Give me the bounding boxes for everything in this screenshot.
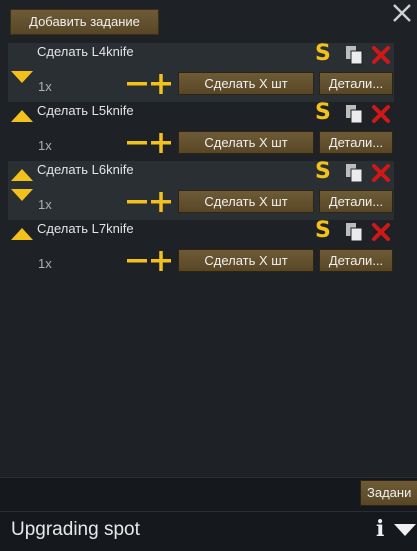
- store-icon[interactable]: S: [315, 100, 331, 125]
- copy-icon[interactable]: [345, 104, 363, 124]
- store-icon[interactable]: S: [315, 218, 331, 243]
- repeat-count: 1x: [38, 138, 52, 153]
- move-up-icon[interactable]: [11, 169, 33, 181]
- details-button[interactable]: Детали...: [319, 249, 393, 272]
- move-up-icon[interactable]: [11, 110, 33, 122]
- bills-panel: Добавить задание Сделать L4knife S 1x Сд…: [0, 0, 417, 477]
- move-down-icon[interactable]: [11, 189, 33, 201]
- move-up-icon[interactable]: [11, 228, 33, 240]
- store-icon[interactable]: S: [315, 159, 331, 184]
- bill-row: Сделать L5knife S 1x Сделать X шт Детали…: [8, 100, 394, 161]
- decrease-icon[interactable]: [126, 191, 148, 213]
- bill-row: Сделать L4knife S 1x Сделать X шт Детали…: [8, 41, 394, 102]
- info-icon[interactable]: i: [376, 516, 384, 542]
- delete-icon[interactable]: [371, 163, 391, 183]
- repeat-mode-button[interactable]: Сделать X шт: [178, 72, 314, 95]
- delete-icon[interactable]: [371, 104, 391, 124]
- delete-icon[interactable]: [371, 222, 391, 242]
- decrease-icon[interactable]: [126, 73, 148, 95]
- repeat-count: 1x: [38, 79, 52, 94]
- divider: [0, 477, 417, 478]
- collapse-icon[interactable]: [394, 523, 416, 537]
- repeat-count: 1x: [38, 256, 52, 271]
- bill-title: Сделать L5knife: [37, 103, 134, 118]
- increase-icon[interactable]: [150, 250, 172, 272]
- decrease-icon[interactable]: [126, 132, 148, 154]
- increase-icon[interactable]: [150, 191, 172, 213]
- copy-icon[interactable]: [345, 163, 363, 183]
- add-bill-button[interactable]: Добавить задание: [10, 9, 159, 35]
- bill-title: Сделать L4knife: [37, 44, 134, 59]
- details-button[interactable]: Детали...: [319, 190, 393, 213]
- store-icon[interactable]: S: [315, 41, 331, 66]
- close-icon[interactable]: [391, 2, 413, 24]
- divider: [0, 511, 417, 512]
- inspect-title: Upgrading spot: [11, 519, 140, 540]
- bill-row: Сделать L6knife S 1x Сделать X шт Детали…: [8, 159, 394, 220]
- repeat-mode-button[interactable]: Сделать X шт: [178, 131, 314, 154]
- move-down-icon[interactable]: [11, 71, 33, 83]
- increase-icon[interactable]: [150, 73, 172, 95]
- repeat-mode-button[interactable]: Сделать X шт: [178, 190, 314, 213]
- repeat-count: 1x: [38, 197, 52, 212]
- delete-icon[interactable]: [371, 45, 391, 65]
- details-button[interactable]: Детали...: [319, 72, 393, 95]
- details-button[interactable]: Детали...: [319, 131, 393, 154]
- bill-title: Сделать L6knife: [37, 162, 134, 177]
- bill-title: Сделать L7knife: [37, 221, 134, 236]
- increase-icon[interactable]: [150, 132, 172, 154]
- copy-icon[interactable]: [345, 222, 363, 242]
- repeat-mode-button[interactable]: Сделать X шт: [178, 249, 314, 272]
- tasks-button[interactable]: Задани: [360, 480, 417, 506]
- decrease-icon[interactable]: [126, 250, 148, 272]
- copy-icon[interactable]: [345, 45, 363, 65]
- bill-row: Сделать L7knife S 1x Сделать X шт Детали…: [8, 218, 394, 279]
